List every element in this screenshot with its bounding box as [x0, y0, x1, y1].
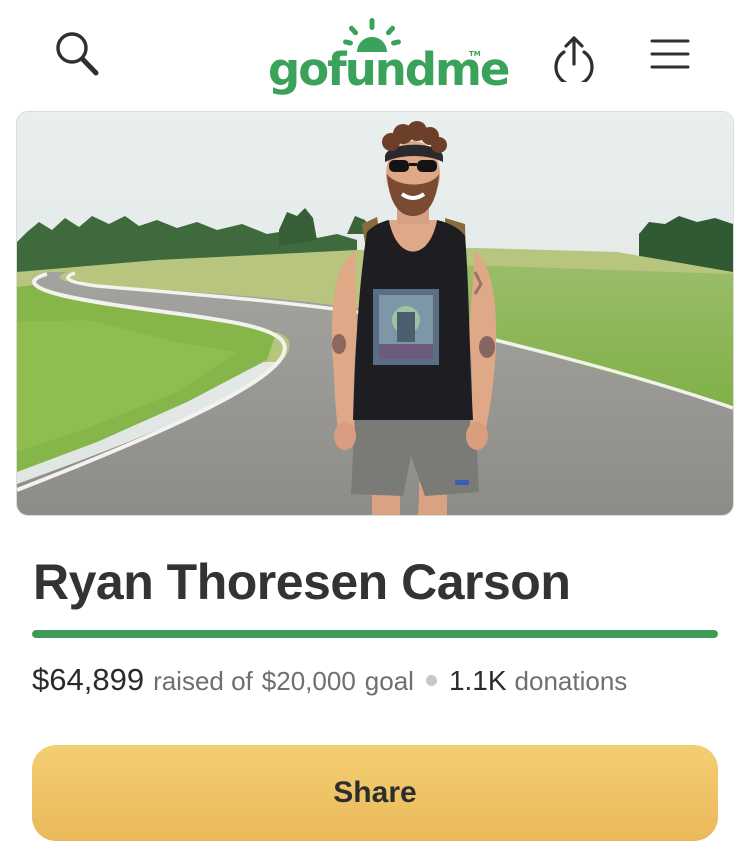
header-share-button[interactable]	[544, 27, 604, 87]
fundraiser-page: gofundme TM Ryan Thoresen Carson $64,899…	[0, 0, 749, 850]
campaign-photo-illustration	[17, 112, 733, 515]
goal-amount: $20,000	[261, 666, 356, 696]
separator-dot	[425, 675, 437, 686]
menu-button[interactable]	[640, 24, 700, 84]
donations-label[interactable]: donations	[515, 666, 628, 697]
search-button[interactable]	[48, 24, 108, 84]
campaign-title: Ryan Thoresen Carson	[33, 554, 571, 610]
upload-share-icon	[554, 36, 594, 82]
donations-count: 1.1K	[448, 665, 507, 696]
search-icon	[56, 32, 99, 76]
gofundme-logo[interactable]: gofundme TM	[262, 16, 510, 96]
logo-trademark: TM	[469, 50, 481, 58]
hamburger-menu-icon	[650, 39, 690, 69]
progress-bar-fill	[32, 630, 718, 638]
share-button[interactable]: Share	[32, 745, 718, 841]
raised-label: raised of	[153, 666, 253, 696]
campaign-photo[interactable]	[16, 111, 734, 516]
goal-label: goal	[364, 666, 414, 696]
progress-bar	[32, 630, 718, 638]
amount-raised: $64,899	[32, 662, 145, 697]
fundraising-stats: $64,899 raised of $20,000 goal 1.1K dona…	[32, 662, 732, 698]
top-header: gofundme TM	[0, 0, 749, 106]
